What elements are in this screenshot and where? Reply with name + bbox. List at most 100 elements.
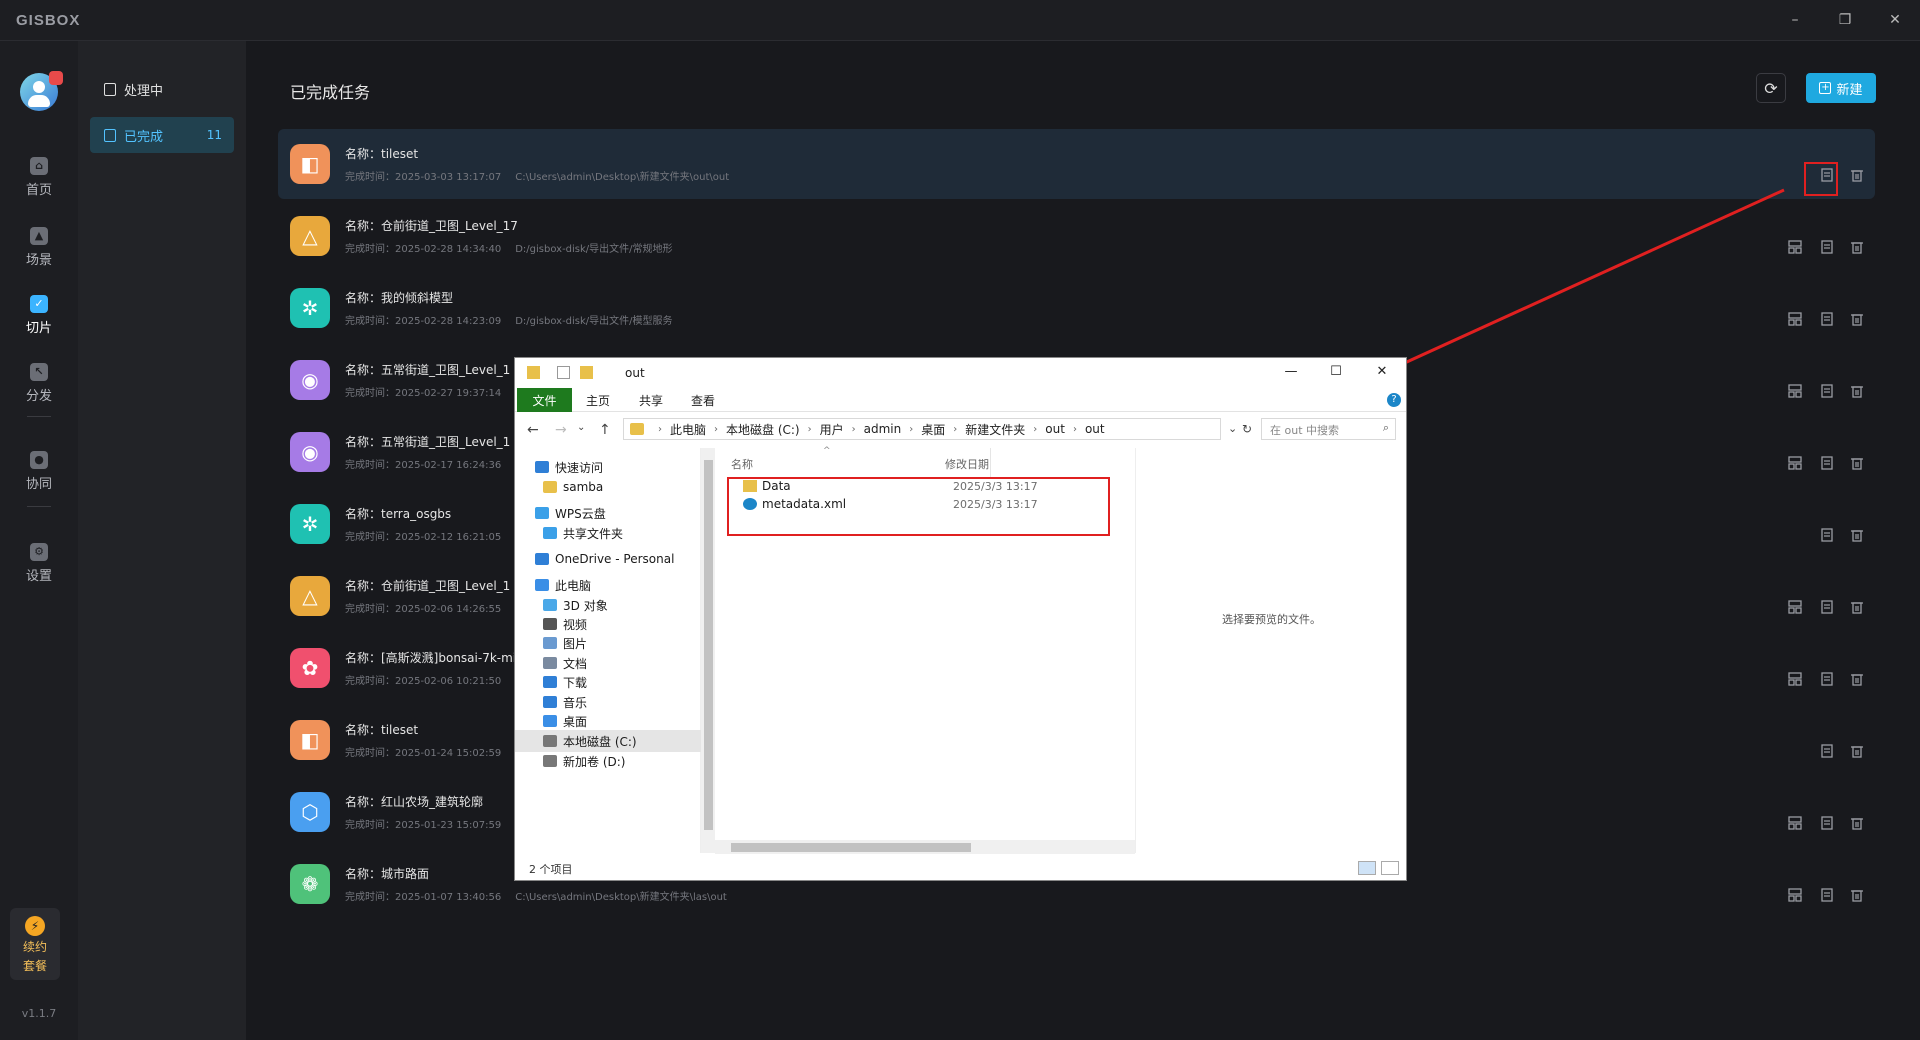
trash-icon[interactable] bbox=[1847, 741, 1867, 761]
nav-item[interactable]: 快速访问 bbox=[515, 456, 701, 478]
layers-icon[interactable] bbox=[1785, 237, 1805, 257]
layers-icon[interactable] bbox=[1785, 309, 1805, 329]
document-icon[interactable] bbox=[1817, 885, 1837, 905]
layers-icon[interactable] bbox=[1785, 669, 1805, 689]
nav-item[interactable]: 共享文件夹 bbox=[515, 522, 701, 544]
breadcrumb-item[interactable]: 用户 bbox=[820, 421, 844, 438]
document-icon[interactable] bbox=[1817, 309, 1837, 329]
search-input[interactable]: 在 out 中搜索 ⌕ bbox=[1261, 418, 1396, 440]
trash-icon[interactable] bbox=[1847, 525, 1867, 545]
layers-icon[interactable] bbox=[1785, 453, 1805, 473]
refresh-icon[interactable]: ↻ bbox=[1242, 422, 1252, 436]
back-arrow-icon[interactable]: ← bbox=[527, 422, 539, 438]
column-header-date[interactable]: 修改日期 bbox=[945, 456, 989, 472]
tab-file[interactable]: 文件 bbox=[517, 388, 572, 412]
tab-home[interactable]: 主页 bbox=[586, 392, 610, 409]
forward-arrow-icon[interactable]: → bbox=[555, 422, 567, 438]
avatar[interactable] bbox=[20, 71, 63, 111]
trash-icon[interactable] bbox=[1847, 669, 1867, 689]
task-row[interactable]: △ 名称：仓前街道_卫图_Level_17 完成时间：2025-02-28 14:3… bbox=[278, 201, 1875, 271]
up-arrow-icon[interactable]: ↑ bbox=[599, 422, 611, 438]
task-actions bbox=[1775, 813, 1875, 833]
rail-item-home[interactable]: ⌂ 首页 bbox=[0, 149, 78, 205]
rail-item-scene[interactable]: ▲ 场景 bbox=[0, 219, 78, 275]
nav-item[interactable]: 下载 bbox=[515, 671, 701, 693]
tab-view[interactable]: 查看 bbox=[691, 392, 715, 409]
nav-item[interactable]: 本地磁盘 (C:) bbox=[515, 730, 701, 752]
rail-item-distribute[interactable]: ↖ 分发 bbox=[0, 355, 78, 411]
rail-item-gear[interactable]: ⚙ 设置 bbox=[0, 535, 78, 591]
properties-icon[interactable] bbox=[557, 366, 570, 379]
task-time: 完成时间：2025-02-06 14:26:55 bbox=[345, 604, 502, 615]
new-task-button[interactable]: + 新建 bbox=[1806, 73, 1876, 103]
layers-icon[interactable] bbox=[1785, 813, 1805, 833]
nav-item[interactable]: samba bbox=[515, 476, 701, 498]
trash-icon[interactable] bbox=[1847, 309, 1867, 329]
close-button[interactable]: ✕ bbox=[1880, 9, 1910, 31]
nav-item-label: 共享文件夹 bbox=[563, 526, 624, 541]
scroll-thumb[interactable] bbox=[704, 460, 713, 830]
breadcrumb-item[interactable]: out bbox=[1045, 422, 1065, 436]
document-icon[interactable] bbox=[1817, 813, 1837, 833]
nav-item[interactable]: WPS云盘 bbox=[515, 502, 701, 524]
breadcrumb-item[interactable]: 此电脑 bbox=[670, 421, 706, 438]
minimize-button[interactable]: – bbox=[1780, 9, 1810, 31]
scroll-thumb[interactable] bbox=[731, 843, 971, 852]
layers-icon[interactable] bbox=[1785, 885, 1805, 905]
address-dropdown-icon[interactable]: ⌄ bbox=[1228, 422, 1237, 435]
nav-item[interactable]: 此电脑 bbox=[515, 574, 701, 596]
trash-icon[interactable] bbox=[1847, 453, 1867, 473]
explorer-maximize-button[interactable]: ☐ bbox=[1325, 364, 1347, 382]
large-icons-view-icon[interactable] bbox=[1381, 861, 1399, 875]
refresh-button[interactable]: ⟳ bbox=[1756, 73, 1786, 103]
document-icon[interactable] bbox=[1817, 741, 1837, 761]
nav-item[interactable]: 新加卷 (D:) bbox=[515, 750, 701, 772]
check-file-icon bbox=[104, 128, 116, 142]
document-icon[interactable] bbox=[1817, 237, 1837, 257]
breadcrumb-item[interactable]: 新建文件夹 bbox=[965, 421, 1025, 438]
recent-dropdown-icon[interactable]: ⌄ bbox=[577, 422, 585, 433]
file-explorer-window: out — ☐ ✕ 文件 主页 共享 查看 ? ← → ⌄ ↑ › 此电脑 › 本地磁… bbox=[515, 358, 1406, 880]
rail-item-slice[interactable]: ✓ 切片 bbox=[0, 287, 78, 343]
horizontal-scrollbar[interactable] bbox=[715, 840, 1135, 854]
document-icon[interactable] bbox=[1817, 669, 1837, 689]
explorer-minimize-button[interactable]: — bbox=[1280, 364, 1302, 382]
breadcrumb-item[interactable]: 本地磁盘 (C:) bbox=[726, 421, 800, 438]
maximize-button[interactable]: ❐ bbox=[1830, 9, 1860, 31]
trash-icon[interactable] bbox=[1847, 381, 1867, 401]
trash-icon[interactable] bbox=[1847, 237, 1867, 257]
sidebar-item-processing[interactable]: 处理中 bbox=[90, 71, 234, 107]
trash-icon[interactable] bbox=[1847, 813, 1867, 833]
new-button-label: 新建 bbox=[1836, 82, 1863, 98]
trash-icon[interactable] bbox=[1847, 165, 1867, 185]
nav-item[interactable]: OneDrive - Personal bbox=[515, 548, 701, 570]
rail-item-lock[interactable]: ● 协同 bbox=[0, 443, 78, 499]
trash-icon[interactable] bbox=[1847, 885, 1867, 905]
task-row[interactable]: ✲ 名称：我的倾斜模型 完成时间：2025-02-28 14:23:09 D:/gis… bbox=[278, 273, 1875, 343]
trash-icon[interactable] bbox=[1847, 597, 1867, 617]
tab-share[interactable]: 共享 bbox=[639, 392, 663, 409]
details-view-icon[interactable] bbox=[1358, 861, 1376, 875]
column-header-name[interactable]: 名称 bbox=[731, 456, 753, 472]
new-folder-icon[interactable] bbox=[580, 366, 593, 379]
sidebar-item-completed[interactable]: 已完成 11 bbox=[90, 117, 234, 153]
layers-icon[interactable] bbox=[1785, 381, 1805, 401]
breadcrumb-item[interactable]: 桌面 bbox=[921, 421, 945, 438]
column-divider[interactable] bbox=[990, 448, 991, 478]
nav-item[interactable]: 桌面 bbox=[515, 710, 701, 732]
navigation-scrollbar[interactable] bbox=[701, 448, 715, 853]
layers-icon[interactable] bbox=[1785, 597, 1805, 617]
renew-plan-button[interactable]: ⚡ 续约 套餐 bbox=[10, 908, 60, 980]
highlight-box bbox=[1804, 162, 1838, 196]
help-icon[interactable]: ? bbox=[1387, 393, 1401, 407]
document-icon[interactable] bbox=[1817, 525, 1837, 545]
document-icon[interactable] bbox=[1817, 597, 1837, 617]
task-row[interactable]: ◧ 名称：tileset 完成时间：2025-03-03 13:17:07 C:\Us… bbox=[278, 129, 1875, 199]
document-icon[interactable] bbox=[1817, 381, 1837, 401]
breadcrumb-item[interactable]: out bbox=[1085, 422, 1105, 436]
document-icon[interactable] bbox=[1817, 453, 1837, 473]
explorer-close-button[interactable]: ✕ bbox=[1371, 364, 1393, 382]
breadcrumb-item[interactable]: admin bbox=[864, 422, 902, 436]
address-bar[interactable]: › 此电脑 › 本地磁盘 (C:) › 用户 › admin › 桌面 › 新建文件夹 › out › out bbox=[623, 418, 1221, 440]
nav-item[interactable]: 图片 bbox=[515, 632, 701, 654]
